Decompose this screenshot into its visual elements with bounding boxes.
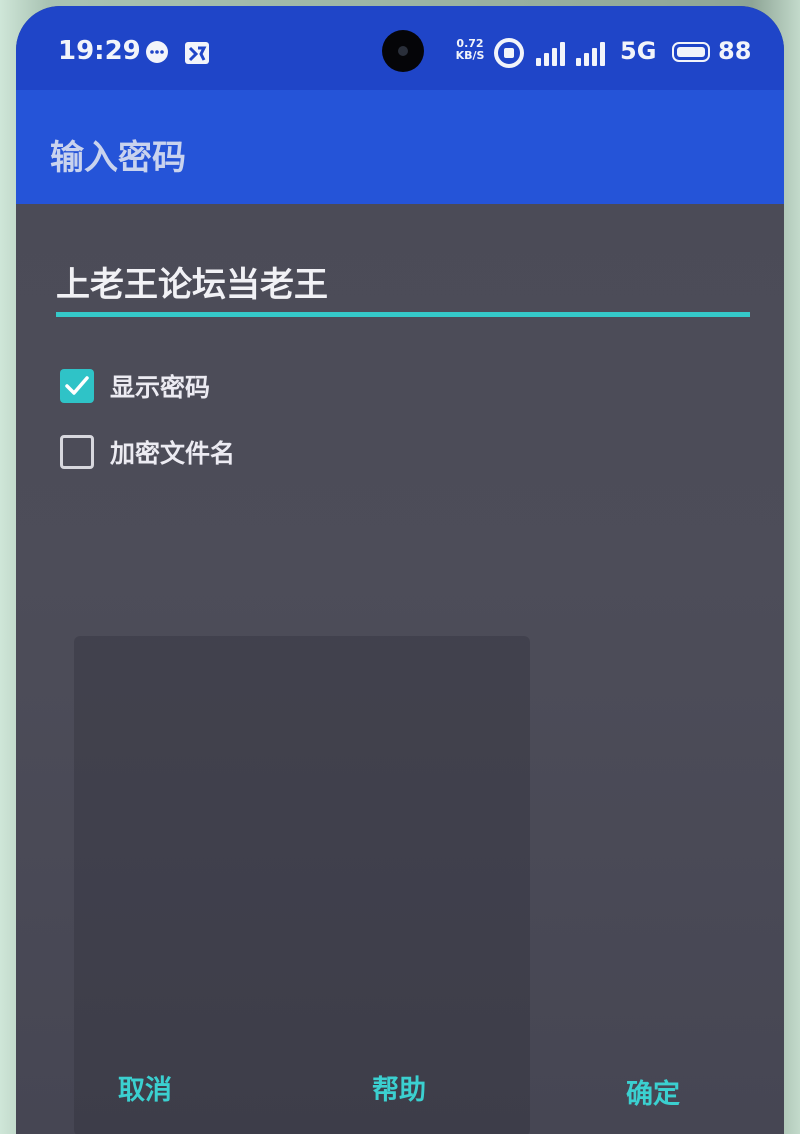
signal-icon bbox=[576, 42, 605, 66]
message-icon bbox=[146, 41, 168, 63]
encrypt-filename-label: 加密文件名 bbox=[110, 439, 236, 468]
dialog-content: 显示密码 加密文件名 取消 帮助 确定 bbox=[16, 204, 784, 1134]
network-type: 5G bbox=[620, 37, 657, 65]
password-input[interactable] bbox=[56, 252, 750, 310]
signal-icon bbox=[536, 42, 565, 66]
encrypt-filename-checkbox[interactable] bbox=[60, 435, 94, 469]
show-password-checkbox[interactable] bbox=[60, 369, 94, 403]
show-password-option[interactable]: 显示密码 bbox=[60, 364, 210, 408]
sync-icon bbox=[494, 38, 524, 68]
background-shadow bbox=[74, 636, 530, 1134]
network-speed-unit: KB/S bbox=[455, 49, 485, 62]
password-input-underline bbox=[56, 312, 750, 317]
battery-icon bbox=[672, 42, 710, 62]
gallery-icon bbox=[185, 42, 209, 64]
status-time: 19:29 bbox=[58, 36, 141, 66]
app-bar: 输入密码 bbox=[16, 90, 784, 204]
front-camera bbox=[382, 30, 424, 72]
encrypt-filename-option[interactable]: 加密文件名 bbox=[60, 430, 235, 474]
phone-frame: 19:29 0.72 KB/S 5G 88 输入密码 上老王论坛当老王 显示密码… bbox=[0, 0, 800, 1134]
confirm-button[interactable]: 确定 bbox=[616, 1066, 690, 1117]
battery-level: 88 bbox=[718, 37, 752, 65]
page-title: 输入密码 bbox=[50, 138, 186, 178]
check-icon bbox=[65, 376, 89, 395]
screen: 19:29 0.72 KB/S 5G 88 输入密码 上老王论坛当老王 显示密码… bbox=[16, 6, 784, 1134]
show-password-label: 显示密码 bbox=[110, 373, 211, 402]
cancel-button[interactable]: 取消 bbox=[108, 1062, 182, 1113]
network-speed: 0.72 KB/S bbox=[452, 38, 488, 62]
status-bar: 19:29 0.72 KB/S 5G 88 bbox=[16, 6, 784, 90]
help-button[interactable]: 帮助 bbox=[362, 1062, 436, 1113]
